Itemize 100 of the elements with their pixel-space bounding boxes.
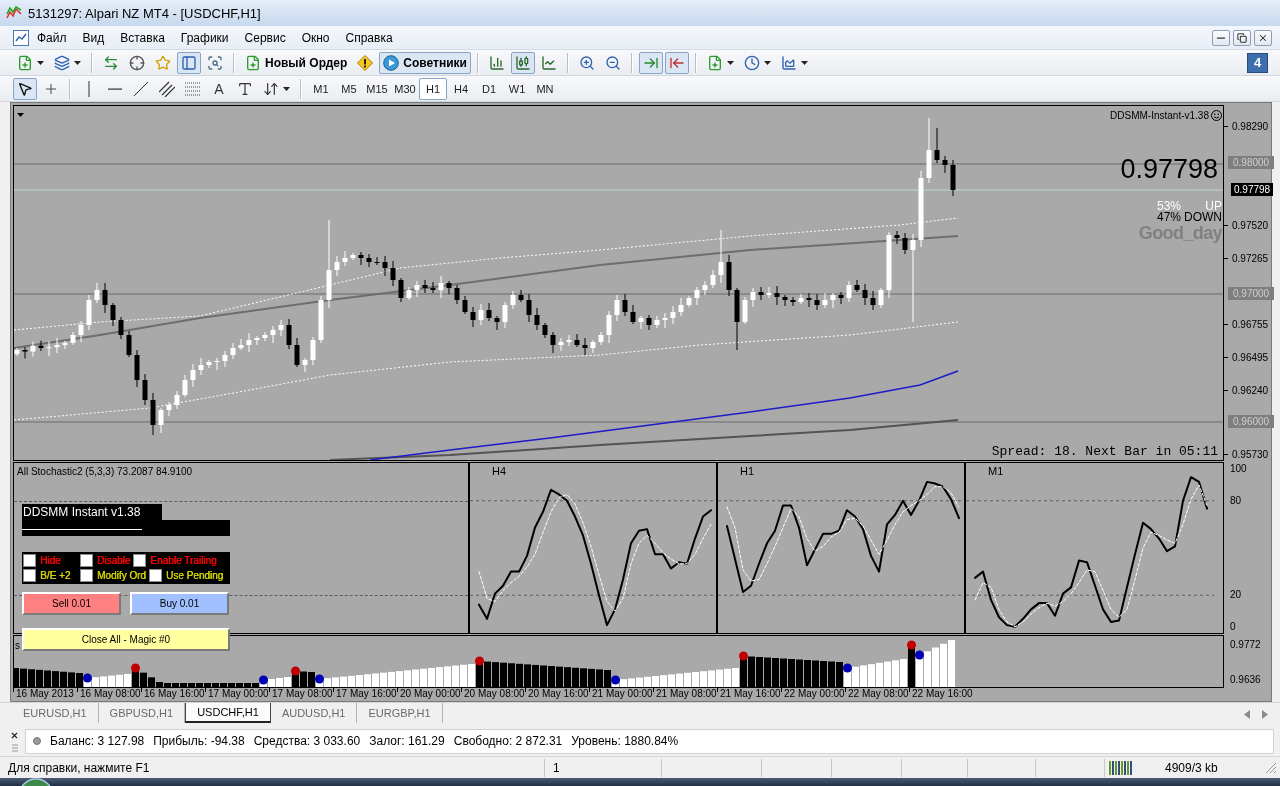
chart-tab[interactable]: EURGBP,H1 [357,703,443,723]
checkbox[interactable] [23,553,36,567]
cursor-icon [17,80,33,97]
axis-label: 0.9772 [1230,639,1261,651]
time-label: 20 May 08:00 [461,688,525,700]
file-plus-icon [706,54,723,71]
price-label: 0.95730 [1224,448,1269,461]
file-plus-icon [245,54,261,71]
time-label: 21 May 00:00 [589,688,653,700]
line-chart-icon [540,54,557,71]
menu-item[interactable]: Файл [29,28,75,47]
timeframe-button[interactable]: M1 [307,77,335,100]
timeframe-button[interactable]: D1 [475,77,503,100]
app-logo-icon [6,6,22,20]
file-plus-icon [17,54,33,71]
terminal-button[interactable] [177,51,201,74]
option-label: Hide [40,554,61,566]
close-icon[interactable] [10,730,19,740]
price-label: 0.98000 [1228,156,1275,169]
warning-icon [357,54,374,71]
candlestick-button[interactable] [510,51,535,74]
minimize-button[interactable] [1212,29,1230,46]
option-label: Use Pending [165,569,224,581]
time-label: 22 May 16:00 [909,688,973,700]
sell-button[interactable]: Sell 0.01 [22,592,121,615]
checkbox[interactable] [23,568,36,582]
cursor-button[interactable] [13,77,37,100]
arrows-icon [263,80,279,97]
close-icon [1258,32,1268,43]
menu-item[interactable]: Сервис [236,28,294,47]
time-label: 17 May 00:00 [205,688,269,700]
panel-title: M1 [988,465,1004,477]
menu-item[interactable]: Вставка [112,28,173,47]
timeframe-button[interactable]: H4 [447,77,475,100]
axis-label: 0 [1230,620,1236,633]
chart-tab[interactable]: USDCHF,H1 [185,703,271,723]
play-circle-icon [383,54,400,71]
timeframe-button[interactable]: H1 [419,77,447,100]
price-label: 0.96000 [1228,415,1275,428]
price-label: 0.97000 [1228,287,1275,300]
checkbox[interactable] [80,553,93,567]
menu-item[interactable]: Графики [172,28,237,47]
grip-icon[interactable] [11,743,18,752]
time-label: 16 May 08:00 [77,688,141,700]
price-label: 0.96755 [1224,318,1269,331]
chart-tab[interactable]: AUDUSD,H1 [270,703,358,723]
text-tool-button[interactable]: A [207,77,231,100]
menu-item[interactable]: Окно [293,28,338,47]
panel-title: H4 [492,465,507,477]
time-label: 16 May 2013 [13,688,74,700]
price-label: 0.97265 [1224,252,1269,265]
arrows-icon [103,54,119,71]
timeframe-button[interactable]: M15 [363,77,391,100]
dotted-lines-icon [185,81,201,96]
timeframe-button[interactable]: M5 [335,77,363,100]
new-order-button[interactable]: Новый Ордер [241,51,352,74]
notification-badge[interactable]: 4 [1247,52,1268,73]
magnifier-icon [207,54,223,71]
price-label: 0.97798 [1231,183,1274,196]
layers-icon [54,54,70,71]
scroll-right-icon[interactable] [1262,710,1268,719]
scroll-left-icon[interactable] [1244,710,1250,719]
price-label: 0.96240 [1224,384,1269,397]
time-label: 17 May 16:00 [333,688,397,700]
restore-icon [1237,32,1247,43]
timeframe-button[interactable]: W1 [503,77,531,100]
price-label: 0.97520 [1224,219,1269,232]
time-label: 21 May 16:00 [717,688,781,700]
checkbox[interactable] [148,568,162,582]
time-label: 21 May 08:00 [653,688,717,700]
menu-item[interactable]: Справка [337,28,401,47]
clock-icon [743,54,760,71]
resize-grip-icon[interactable] [1265,761,1277,774]
candlestick-icon [514,54,531,71]
expert-advisors-button[interactable]: Советники [379,51,471,74]
time-label: 17 May 08:00 [269,688,333,700]
timeframe-button[interactable]: MN [531,77,559,100]
time-label: 22 May 08:00 [845,688,909,700]
buy-button[interactable]: Buy 0.01 [130,592,229,615]
star-icon [155,54,171,71]
checkbox[interactable] [80,568,93,582]
menu-item[interactable]: Вид [74,28,113,47]
time-label: 20 May 00:00 [397,688,461,700]
axis-label: 80 [1230,494,1242,507]
chart-tab[interactable]: EURUSD,H1 [12,703,99,723]
close-button[interactable] [1254,29,1272,46]
horizontal-line-icon [108,87,122,90]
restore-button[interactable] [1233,29,1251,46]
bar-chart-icon [488,54,505,71]
chart-shift-button[interactable] [638,51,663,74]
letter-t-icon [237,80,253,97]
axis-label: 100 [1230,463,1247,476]
time-label: 20 May 16:00 [525,688,589,700]
panel-title: H1 [740,465,755,477]
timeframe-button[interactable]: M30 [391,77,419,100]
auto-scroll-button[interactable] [664,51,689,74]
account-value: Средства: 3 033.60 [253,734,361,748]
zoom-in-icon [578,54,595,71]
minimize-icon [1217,36,1225,39]
checkbox[interactable] [133,553,147,567]
